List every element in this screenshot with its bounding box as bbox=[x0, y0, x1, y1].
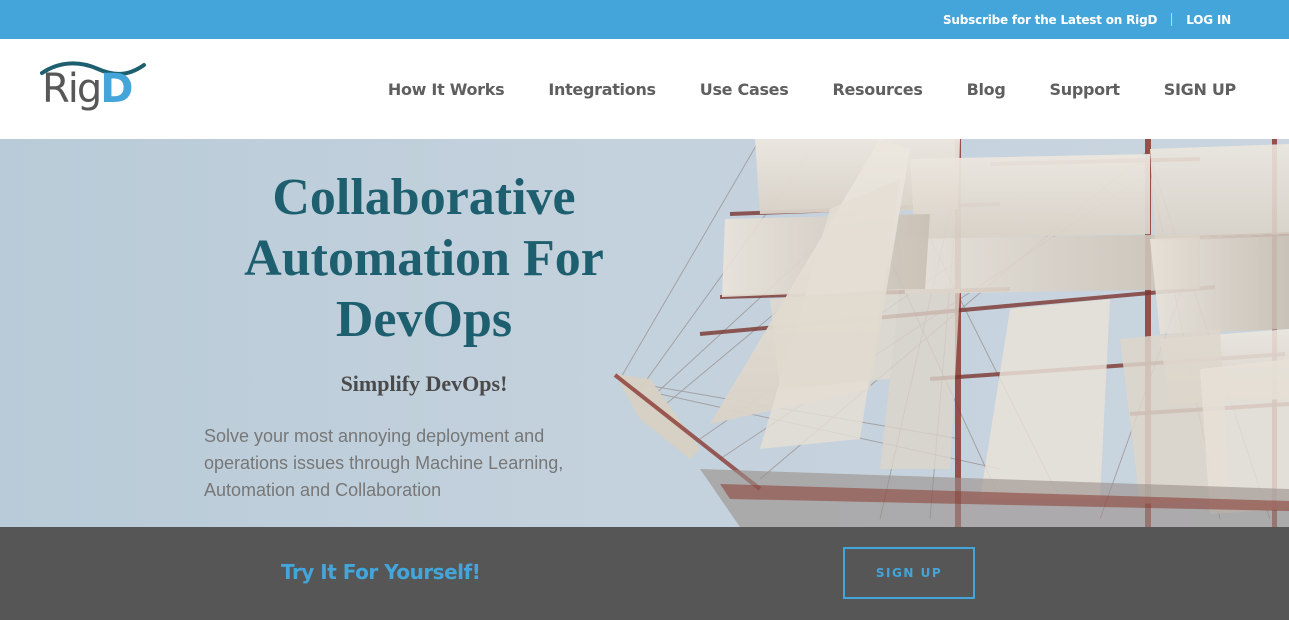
nav-how-it-works[interactable]: How It Works bbox=[388, 80, 505, 99]
logo-wordmark: RigD bbox=[42, 66, 134, 112]
hero-subtitle: Simplify DevOps! bbox=[340, 371, 508, 396]
subscribe-link[interactable]: Subscribe for the Latest on RigD bbox=[943, 13, 1157, 27]
nav-support[interactable]: Support bbox=[1050, 80, 1121, 99]
nav-sign-up[interactable]: SIGN UP bbox=[1164, 80, 1237, 99]
hero-section: Collaborative Automation For DevOps Simp… bbox=[0, 139, 1289, 527]
rigd-logo[interactable]: RigD bbox=[40, 59, 150, 121]
cta-strip: Try It For Yourself! SIGN UP bbox=[0, 527, 1289, 620]
hero-description: Solve your most annoying deployment and … bbox=[204, 426, 564, 500]
nav-integrations[interactable]: Integrations bbox=[548, 80, 656, 99]
sign-up-button[interactable]: SIGN UP bbox=[843, 547, 975, 599]
login-link[interactable]: LOG IN bbox=[1186, 13, 1231, 27]
logo-suffix: D bbox=[100, 66, 133, 112]
nav-resources[interactable]: Resources bbox=[832, 80, 922, 99]
hero-title: Collaborative Automation For DevOps bbox=[244, 169, 604, 348]
main-nav: How It Works Integrations Use Cases Reso… bbox=[344, 39, 1236, 139]
sailing-ship-icon bbox=[0, 139, 1289, 527]
topbar-divider bbox=[1171, 13, 1173, 26]
logo-prefix: Rig bbox=[42, 66, 102, 112]
nav-blog[interactable]: Blog bbox=[967, 80, 1006, 99]
nav-use-cases[interactable]: Use Cases bbox=[700, 80, 789, 99]
site-header: RigD How It Works Integrations Use Cases… bbox=[0, 39, 1289, 139]
top-utility-bar: Subscribe for the Latest on RigD LOG IN bbox=[0, 0, 1289, 39]
cta-heading: Try It For Yourself! bbox=[281, 560, 481, 584]
